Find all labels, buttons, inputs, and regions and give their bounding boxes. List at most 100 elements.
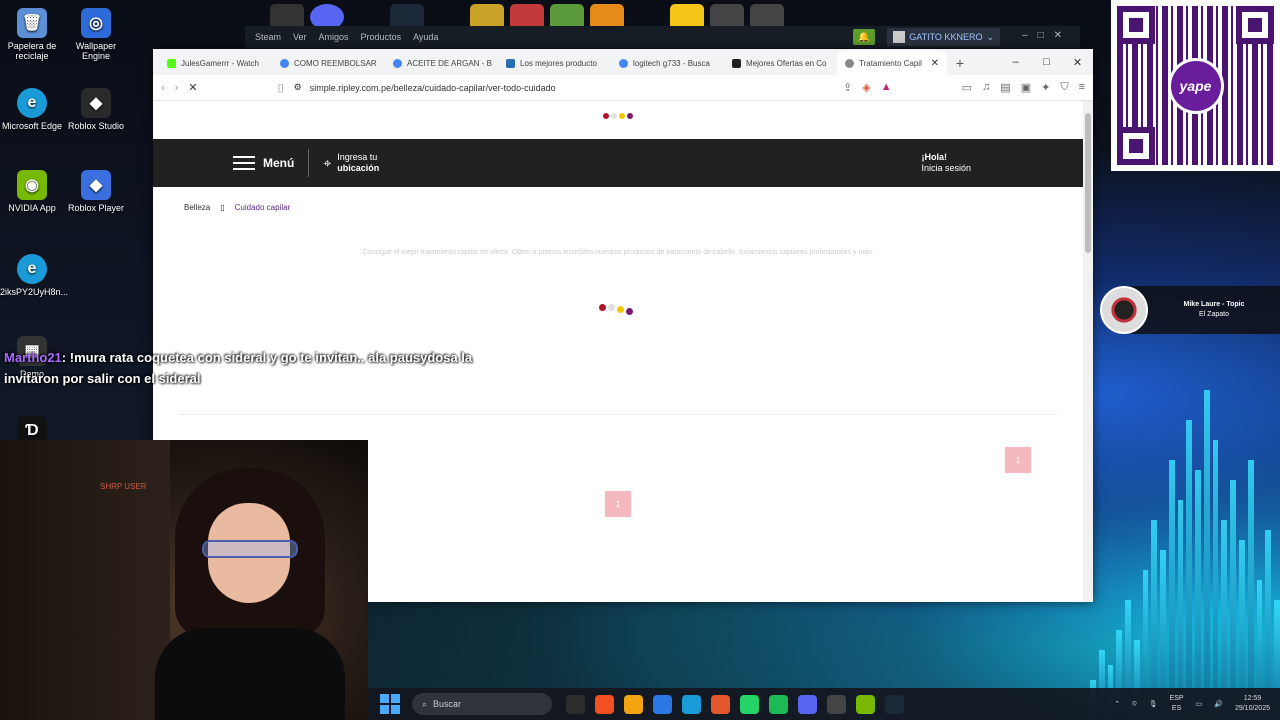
reader-icon[interactable]: ▭ <box>962 81 972 94</box>
taskbar-app-icon[interactable] <box>595 694 614 714</box>
taskbar-app-icon[interactable] <box>566 694 585 714</box>
steam-menu-ver[interactable]: Ver <box>293 32 307 42</box>
system-tray: ⌃ ⦸ 🎙 ESP ES ▭ 🔊 12:59 29/10/2025 <box>1114 688 1270 720</box>
loading-dot <box>611 113 617 119</box>
music-icon[interactable]: ♫ <box>982 81 990 94</box>
microphone-icon[interactable]: 🎙 <box>1149 700 1158 708</box>
steam-menu-amigos[interactable]: Amigos <box>319 32 349 42</box>
loading-dot <box>626 308 633 315</box>
sidebar-icon[interactable]: ▤ <box>1000 81 1010 94</box>
desktop-icon-label: Microsoft Edge <box>1 121 63 131</box>
roblox-player-icon: ◆ <box>81 170 111 200</box>
visualizer-bar <box>1168 460 1175 720</box>
tab-label: JulesGamerrr - Watch <box>181 58 259 68</box>
desktop-icon-edge[interactable]: e Microsoft Edge <box>0 88 64 131</box>
desktop-icon-recycle-bin[interactable]: 🗑 Papelera de reciclaje <box>0 8 64 61</box>
center-loading-dots <box>599 300 633 315</box>
visualizer-bar <box>1177 500 1184 720</box>
chat-text: : !mura rata coquetea con sideral y go t… <box>4 350 473 386</box>
taskbar-apps <box>566 694 904 714</box>
taskbar-app-icon[interactable] <box>827 694 846 714</box>
volume-icon[interactable]: 🔊 <box>1214 700 1223 708</box>
network-icon[interactable]: ⦸ <box>1132 700 1137 708</box>
wallet-icon[interactable]: ▣ <box>1021 81 1031 94</box>
login-button[interactable]: ¡Hola! Inicia sesión <box>921 152 971 174</box>
display-icon[interactable]: ▭ <box>1196 700 1203 708</box>
pagination-page-1-bottom[interactable]: 1 <box>605 491 631 517</box>
desktop-icon-wallpaper-engine[interactable]: ◎ Wallpaper Engine <box>64 8 128 61</box>
taskbar-app-icon[interactable] <box>856 694 875 714</box>
new-tab-button[interactable]: + <box>947 51 973 75</box>
steam-window-controls[interactable]: –□✕ <box>1022 30 1072 41</box>
stop-loading-icon[interactable]: ✕ <box>188 81 197 94</box>
brave-shield-icon[interactable]: ◈ <box>862 81 870 94</box>
desktop-icon-label: NVIDIA App <box>8 203 56 213</box>
windows-start-icon[interactable] <box>380 694 400 714</box>
taskbar-app-icon[interactable] <box>653 694 672 714</box>
steam-menu-ayuda[interactable]: Ayuda <box>413 32 438 42</box>
google-icon <box>393 58 402 68</box>
menu-icon[interactable]: ≡ <box>1079 81 1085 94</box>
desktop-icon-roblox-studio[interactable]: ◆ Roblox Studio <box>64 88 128 131</box>
taskbar-app-icon[interactable] <box>798 694 817 714</box>
visualizer-bar <box>1195 470 1201 720</box>
tab-google-argan[interactable]: ACEITE DE ARGAN - B <box>385 51 498 75</box>
clock[interactable]: 12:59 29/10/2025 <box>1235 694 1270 714</box>
tab-label: logitech g733 - Busca <box>633 58 710 68</box>
taskbar-app-icon[interactable] <box>624 694 643 714</box>
maximize-icon[interactable]: □ <box>1031 49 1062 75</box>
desktop-icon-roblox-player[interactable]: ◆ Roblox Player <box>64 170 128 213</box>
close-icon[interactable]: ✕ <box>931 58 939 69</box>
minimize-icon[interactable]: – <box>1000 49 1031 75</box>
notification-bell-icon[interactable]: 🔔 <box>853 29 875 45</box>
taskbar-app-icon[interactable] <box>711 694 730 714</box>
url-field[interactable]: ⚙ simple.ripley.com.pe/belleza/cuidado-c… <box>294 82 833 93</box>
share-icon[interactable]: ⇪ <box>843 81 852 94</box>
taskbar-app-icon[interactable] <box>769 694 788 714</box>
forward-icon[interactable]: › <box>175 82 179 94</box>
tab-label: ACEITE DE ARGAN - B <box>407 58 492 68</box>
close-window-icon[interactable]: ✕ <box>1062 49 1093 75</box>
now-playing-widget: Mike Laure - Topic El Zapato <box>1100 286 1280 334</box>
location-button[interactable]: ⌖ Ingresa tu ubicación <box>323 152 379 174</box>
steam-menu-productos[interactable]: Productos <box>361 32 402 42</box>
steam-window-bar: Steam Ver Amigos Productos Ayuda 🔔 GATIT… <box>245 26 1080 48</box>
visualizer-bar <box>1230 480 1237 720</box>
loading-dot <box>617 306 624 313</box>
taskbar-app-icon[interactable] <box>682 694 701 714</box>
breadcrumb-separator-icon: ▯ <box>220 203 225 212</box>
chevron-up-icon[interactable]: ⌃ <box>1114 700 1120 708</box>
tab-ofertas[interactable]: Mejores Ofertas en Co <box>724 51 837 75</box>
tab-productos[interactable]: Los mejores producto <box>498 51 611 75</box>
menu-button[interactable]: Menú <box>233 156 294 170</box>
breadcrumb: Belleza ▯ Cuidado capilar <box>184 203 290 212</box>
tab-kick[interactable]: JulesGamerrr - Watch <box>159 51 272 75</box>
breadcrumb-belleza[interactable]: Belleza <box>184 203 210 212</box>
rewards-icon[interactable]: ▲ <box>881 81 892 94</box>
vpn-icon[interactable]: ⛉ <box>1060 81 1068 94</box>
steam-user-menu[interactable]: GATITO KKNERO ⌄ <box>887 28 1000 46</box>
language-indicator[interactable]: ESP ES <box>1170 694 1184 714</box>
leo-icon[interactable]: ✦ <box>1041 81 1050 94</box>
kick-icon <box>167 58 176 68</box>
tab-google-reembolsar[interactable]: COMO REEMBOLSAR <box>272 51 385 75</box>
desktop-icon-label: Wallpaper Engine <box>75 41 117 61</box>
bookmark-icon[interactable]: ▯ <box>278 81 284 94</box>
tab-google-logitech[interactable]: logitech g733 - Busca <box>611 51 724 75</box>
page-scrollbar[interactable] <box>1083 101 1093 602</box>
location-line1: Ingresa tu <box>337 152 378 163</box>
desktop-icon-label: Papelera de reciclaje <box>7 41 57 61</box>
desktop-icon-nvidia[interactable]: ◉ NVIDIA App <box>0 170 64 213</box>
taskbar-search[interactable]: ⌕ Buscar <box>412 693 552 715</box>
visualizer-bar <box>1203 390 1210 720</box>
desktop-icon-edge-shortcut[interactable]: e 2iksPY2UyH8n... <box>0 254 69 297</box>
taskbar-app-icon[interactable] <box>885 694 904 714</box>
pagination-page-1[interactable]: 1 <box>1005 447 1031 473</box>
desktop-icon-label: 2iksPY2UyH8n... <box>0 287 69 297</box>
taskbar-app-icon[interactable] <box>740 694 759 714</box>
steam-logo[interactable]: Steam <box>255 32 281 42</box>
tab-tratamiento-capilar[interactable]: Tratamiento Capil ✕ <box>837 51 947 75</box>
back-icon[interactable]: ‹ <box>161 82 165 94</box>
top-loading-dots <box>603 113 633 119</box>
google-icon <box>280 58 289 68</box>
